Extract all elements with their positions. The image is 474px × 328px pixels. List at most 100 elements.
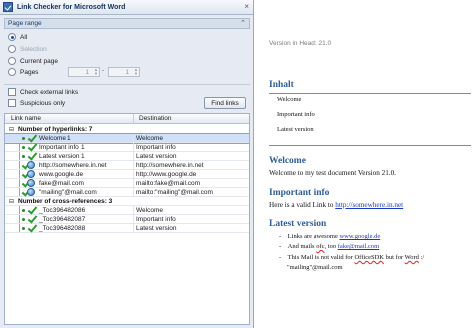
- link-checker-panel: Link Checker for Microsoft Word × Page r…: [0, 0, 254, 328]
- bullet-dash: -: [279, 243, 282, 250]
- mailing-text: "mailing"@mail.com: [287, 264, 343, 271]
- valid-check-icon: [22, 224, 36, 232]
- list-item: - And mails ofc, too fake@mail.com: [279, 243, 379, 250]
- table-row[interactable]: "mailing"@mail.com mailto:"mailing"@mail…: [5, 188, 249, 197]
- col-link-name[interactable]: Link name: [11, 115, 41, 122]
- table-row[interactable]: _Toc396482086 Welcome: [5, 206, 249, 215]
- radio-pages-button[interactable]: [8, 68, 16, 76]
- link-name: http://somewhere.in.net: [39, 161, 107, 169]
- xref-name: _Toc396482087: [39, 215, 86, 223]
- link-destination: Latest version: [136, 152, 177, 160]
- table-row[interactable]: http://somewhere.in.net http://somewhere…: [5, 161, 249, 170]
- radio-current-page-button[interactable]: [8, 57, 16, 65]
- link-destination: http://www.google.de: [136, 170, 197, 178]
- suspicious-only-label: Suspicious only: [20, 99, 66, 107]
- collapse-icon[interactable]: ⊟: [9, 198, 14, 205]
- important-text: Here is a valid Link to: [269, 201, 336, 209]
- stepper-arrows-icon[interactable]: ▲ ▼: [134, 68, 138, 76]
- heading-latest: Latest version: [269, 219, 327, 229]
- pages-from-stepper[interactable]: 1 ▲ ▼: [68, 67, 100, 77]
- bullet1-text: Links are awesome: [287, 233, 340, 240]
- word-document[interactable]: Version in Head: 21.0 Inhalt Welcome Imp…: [255, 0, 474, 328]
- suspicious-only-checkbox[interactable]: [8, 99, 16, 107]
- toc-heading: Inhalt: [269, 80, 294, 90]
- google-link[interactable]: www.google.de: [339, 233, 380, 240]
- cell-divider: [133, 215, 134, 224]
- page-range-header[interactable]: Page range ⌃: [4, 18, 250, 29]
- links-tree-grid[interactable]: Link name Destination ⊟ Number of hyperl…: [4, 113, 250, 325]
- panel-title: Link Checker for Microsoft Word: [17, 3, 126, 11]
- find-links-button[interactable]: Find links: [204, 97, 246, 109]
- radio-all[interactable]: All: [8, 33, 27, 41]
- link-count: 1: [81, 152, 85, 160]
- fake-mail-link[interactable]: fake@mail.com: [338, 243, 380, 250]
- table-row[interactable]: _Toc396482088 Latest version: [5, 224, 249, 233]
- header-version: Version in Head: 21.0: [269, 40, 332, 47]
- link-name: Important info: [39, 143, 79, 151]
- range-dash: -: [102, 67, 105, 74]
- link-name: www.google.de: [39, 170, 84, 178]
- link-name: Latest version: [39, 152, 80, 160]
- bullet3-end: :/: [418, 254, 425, 261]
- link-name: "mailing"@mail.com: [39, 188, 97, 196]
- link-destination: mailto:fake@mail.com: [136, 179, 201, 187]
- globe-icon: [27, 161, 35, 169]
- group-hyperlinks[interactable]: ⊟ Number of hyperlinks: 7: [5, 125, 249, 134]
- cell-divider: [133, 188, 134, 197]
- link-destination: mailto:"mailing"@mail.com: [136, 188, 213, 196]
- radio-selection[interactable]: Selection: [8, 45, 47, 53]
- radio-current-page[interactable]: Current page: [8, 57, 58, 65]
- collapse-icon[interactable]: ⊟: [9, 126, 14, 133]
- collapse-chevron-icon[interactable]: ⌃: [240, 19, 246, 27]
- list-item: - This Mail is not valid for OfficeSDK b…: [279, 254, 424, 261]
- bullet2-misspelled: ofc: [316, 243, 325, 250]
- toc-entry-latest[interactable]: Latest version: [277, 126, 314, 133]
- pages-from-value: 1: [85, 68, 89, 76]
- somewhere-link[interactable]: http://somewhere.in.net: [335, 201, 403, 209]
- cell-divider: [133, 206, 134, 215]
- bullet3-word: Word: [404, 254, 419, 261]
- radio-pages[interactable]: Pages: [8, 68, 38, 76]
- suspicious-only[interactable]: Suspicious only: [8, 99, 65, 107]
- pages-to-stepper[interactable]: 1 ▲ ▼: [108, 67, 140, 77]
- cell-divider: [133, 143, 134, 152]
- link-destination: Welcome: [136, 134, 163, 142]
- col-destination[interactable]: Destination: [139, 115, 172, 122]
- bullet3-misspelled: OfficeSDK: [354, 254, 384, 261]
- heading-important: Important info: [269, 188, 330, 198]
- table-row[interactable]: _Toc396482087 Important info: [5, 215, 249, 224]
- group-cross-references[interactable]: ⊟ Number of cross-references: 3: [5, 197, 249, 206]
- bullet2-text: And mails: [287, 243, 317, 250]
- globe-icon: [27, 188, 35, 196]
- column-divider[interactable]: [133, 114, 134, 124]
- valid-check-icon: [22, 143, 36, 151]
- bullet-dash: -: [279, 254, 282, 261]
- link-destination: http://somewhere.in.net: [136, 161, 204, 169]
- table-row[interactable]: Latest version 1 Latest version: [5, 152, 249, 161]
- toc-rule: [269, 145, 471, 146]
- link-checker-icon: [3, 2, 13, 12]
- bullet-dash: -: [279, 233, 282, 240]
- toc-entry-welcome[interactable]: Welcome: [277, 96, 301, 103]
- radio-current-page-label: Current page: [20, 57, 58, 65]
- globe-icon: [27, 170, 35, 178]
- valid-check-icon: [22, 152, 36, 160]
- check-external-links[interactable]: Check external links: [8, 88, 78, 96]
- table-row[interactable]: fake@mail.com mailto:fake@mail.com: [5, 179, 249, 188]
- table-row[interactable]: Welcome 1 Welcome: [5, 133, 249, 144]
- toc-entry-important[interactable]: Important info: [277, 111, 315, 118]
- close-icon[interactable]: ×: [244, 2, 249, 11]
- check-external-checkbox[interactable]: [8, 88, 16, 96]
- bullet3-mid: but for: [383, 254, 405, 261]
- important-paragraph: Here is a valid Link to http://somewhere…: [269, 201, 403, 209]
- radio-selection-label: Selection: [20, 45, 47, 53]
- table-row[interactable]: www.google.de http://www.google.de: [5, 170, 249, 179]
- page-range-label: Page range: [8, 20, 42, 27]
- radio-all-button[interactable]: [8, 33, 16, 41]
- link-destination: Important info: [136, 143, 176, 151]
- table-row[interactable]: Important info 1 Important info: [5, 143, 249, 152]
- radio-selection-button[interactable]: [8, 45, 16, 53]
- cell-divider: [133, 224, 134, 233]
- stepper-arrows-icon[interactable]: ▲ ▼: [94, 68, 98, 76]
- cell-divider: [133, 170, 134, 179]
